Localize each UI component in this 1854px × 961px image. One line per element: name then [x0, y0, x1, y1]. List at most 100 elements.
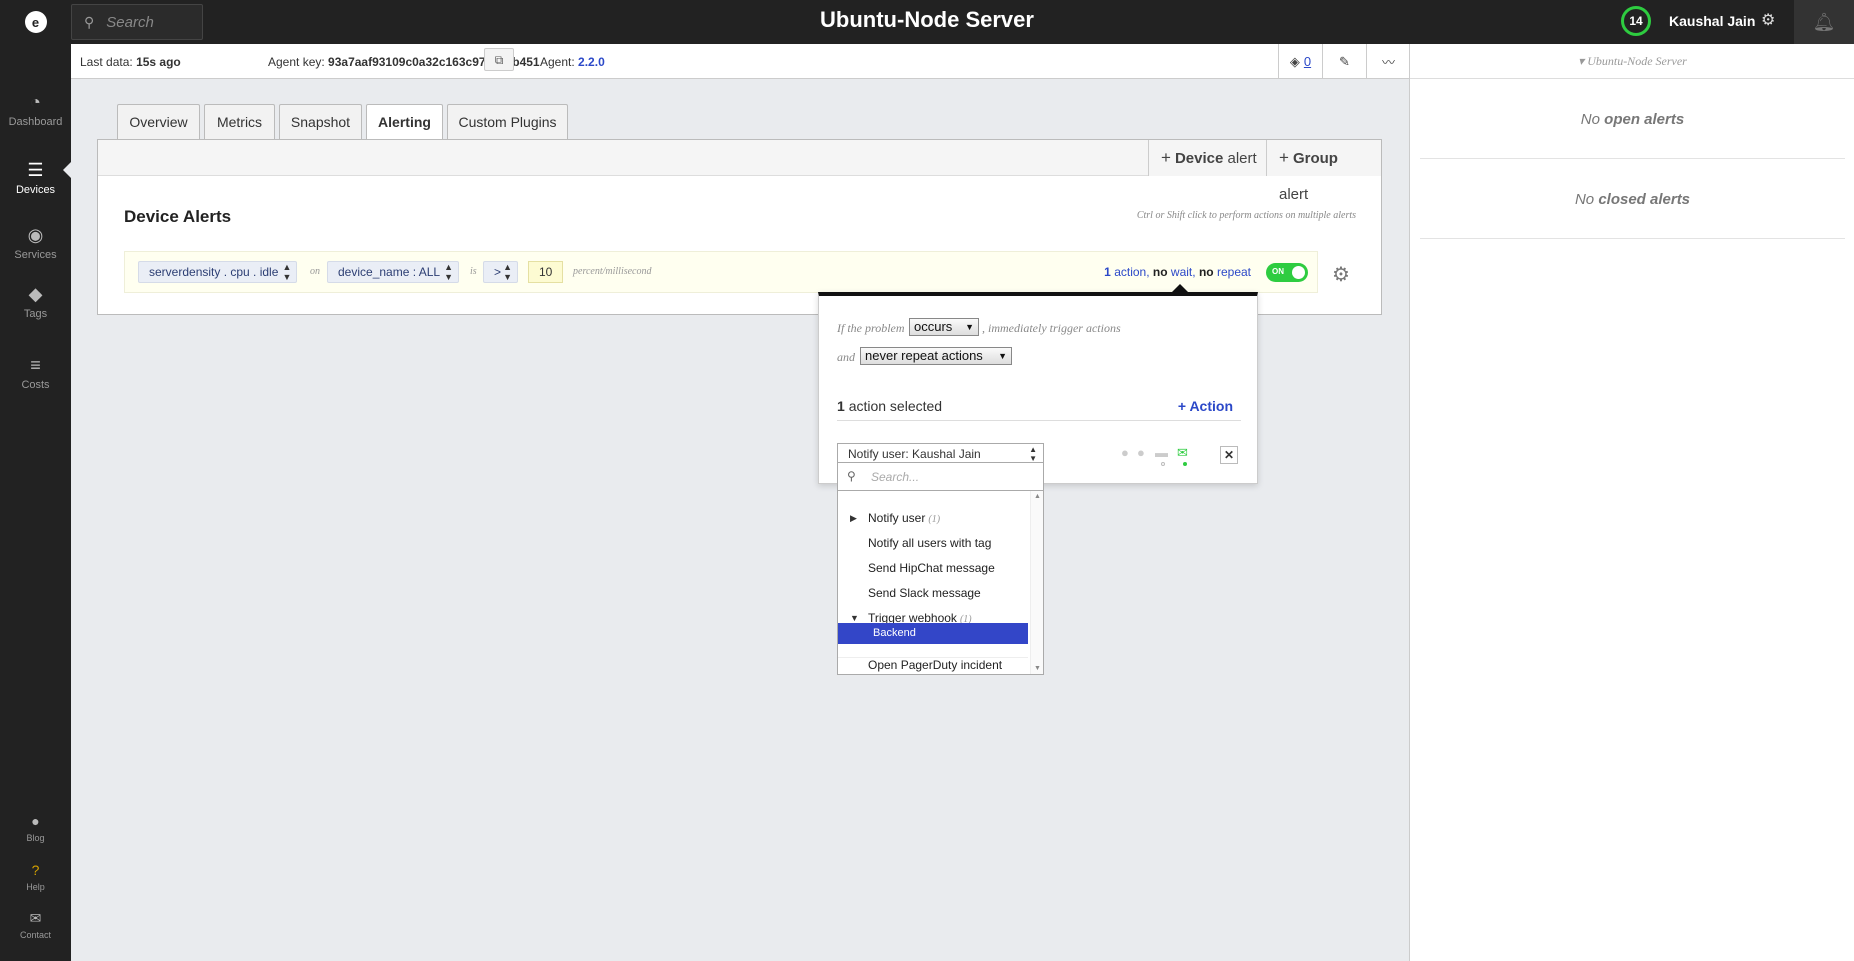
dropdown-search[interactable]: ⚲ Search...: [838, 463, 1043, 491]
alerts-panel: ▾ Ubuntu-Node Server No open alerts No c…: [1409, 44, 1854, 961]
alert-counter-badge[interactable]: 14: [1621, 6, 1651, 36]
search-box[interactable]: ⚲ Search: [71, 4, 203, 40]
tab-snapshot[interactable]: Snapshot: [279, 104, 362, 139]
toggle-knob: [1292, 266, 1305, 279]
updown-icon: ▲ ▼: [1029, 445, 1037, 463]
active-nav-caret: [63, 162, 71, 178]
divider: [1420, 238, 1845, 239]
threshold-input[interactable]: 10: [528, 261, 564, 283]
sidebar-label: Help: [26, 882, 45, 892]
copy-key-button[interactable]: ⧉: [484, 48, 514, 71]
tab-metrics[interactable]: Metrics: [204, 104, 275, 139]
tags-button[interactable]: ◈ 0: [1278, 44, 1322, 79]
closed-prefix: No: [1574, 191, 1595, 208]
sidebar-item-help[interactable]: ? Help: [0, 862, 71, 892]
page-title: Ubuntu-Node Server: [820, 7, 1034, 32]
add-device-alert-button[interactable]: + Device alert: [1148, 140, 1269, 176]
search-placeholder: Search...: [871, 470, 920, 484]
search-icon: ⚲: [84, 13, 95, 30]
sidebar-item-devices[interactable]: ☰ Devices: [0, 160, 71, 196]
remove-action-button[interactable]: ✕: [1220, 446, 1238, 464]
is-label: is: [470, 266, 477, 277]
sms-icon[interactable]: ▬: [1155, 445, 1168, 460]
alert-settings-gear-icon[interactable]: ⚙: [1332, 262, 1350, 287]
help-icon: ?: [31, 862, 40, 878]
section-title: Device Alerts: [124, 207, 232, 226]
scroll-down-icon: ▼: [1034, 665, 1041, 672]
tab-overview[interactable]: Overview: [117, 104, 200, 139]
option-slack[interactable]: Send Slack message: [838, 581, 1028, 606]
alert-toggle[interactable]: ON: [1266, 263, 1308, 282]
sms-status-dot: [1161, 462, 1165, 466]
tab-custom-plugins[interactable]: Custom Plugins: [447, 104, 568, 139]
dropdown-arrow-icon: ▼: [965, 322, 974, 332]
alert-actions-popup: If the problem occurs ▼ , immediately tri…: [818, 292, 1258, 484]
tag-icon: ◆: [28, 284, 43, 304]
open-alerts-message: No open alerts: [1420, 111, 1845, 128]
operator-selector[interactable]: > ▲ ▼: [483, 261, 519, 283]
last-data-value: 15s ago: [136, 55, 181, 69]
sidebar-item-tags[interactable]: ◆ Tags: [0, 284, 71, 320]
divider: [1420, 158, 1845, 159]
sidebar-item-contact[interactable]: ✉ Contact: [0, 910, 71, 940]
plus-icon: +: [1279, 148, 1289, 167]
metric-selector[interactable]: serverdensity . cpu . idle ▲ ▼: [138, 261, 298, 283]
settings-gear-icon[interactable]: ⚙: [1761, 10, 1775, 30]
sidebar-label: Dashboard: [8, 116, 63, 128]
pencil-icon: ✎: [1339, 53, 1350, 69]
option-pagerduty[interactable]: Open PagerDuty incident: [838, 657, 1028, 672]
sidebar-item-costs[interactable]: ≡ Costs: [0, 355, 71, 391]
option-hipchat[interactable]: Send HipChat message: [838, 556, 1028, 581]
costs-icon: ≡: [30, 355, 41, 375]
logo[interactable]: e: [0, 0, 71, 44]
email-status-dot: [1183, 462, 1187, 466]
agent-version: Agent: 2.2.0: [540, 55, 605, 69]
chat-icon: ●: [31, 813, 40, 829]
dropdown-scrollbar[interactable]: ▲ ▼: [1030, 491, 1043, 674]
metrics-button[interactable]: 〰: [1366, 44, 1410, 79]
sidebar-item-blog[interactable]: ● Blog: [0, 813, 71, 843]
agent-version-link[interactable]: 2.2.0: [578, 55, 605, 69]
button-strong: Group: [1292, 150, 1338, 167]
multi-select-hint: Ctrl or Shift click to perform actions o…: [1136, 210, 1356, 221]
operator-value: >: [494, 265, 502, 279]
tab-alerting[interactable]: Alerting: [366, 104, 443, 140]
trigger-text: , immediately trigger actions: [982, 321, 1121, 335]
panel-filter[interactable]: ▾ Ubuntu-Node Server: [1410, 44, 1854, 79]
occurs-value: occurs: [914, 319, 953, 334]
email-icon[interactable]: ✉: [1177, 445, 1188, 461]
dashboard-icon: ◔: [30, 92, 41, 112]
option-label: Open PagerDuty incident: [868, 658, 1003, 672]
android-icon[interactable]: ●: [1137, 445, 1145, 460]
search-placeholder: Search: [106, 13, 154, 31]
option-label: Notify all users with tag: [868, 536, 992, 550]
user-name[interactable]: Kaushal Jain: [1669, 13, 1755, 29]
divider: [837, 420, 1241, 421]
target-selector[interactable]: device_name : ALL ▲ ▼: [327, 261, 460, 283]
notifications-button[interactable]: 🔔︎: [1794, 0, 1854, 44]
closed-alerts-message: No closed alerts: [1420, 191, 1845, 208]
and-text: and: [837, 350, 855, 364]
alert-summary-link[interactable]: 1 action, no wait, no repeat: [1104, 265, 1251, 279]
option-notify-tag[interactable]: Notify all users with tag: [838, 531, 1028, 556]
add-group-alert-button[interactable]: + Group alert: [1266, 140, 1381, 203]
sidebar-item-services[interactable]: ◉ Services: [0, 225, 71, 261]
add-action-button[interactable]: + Action: [1178, 398, 1233, 414]
sidebar-label: Contact: [19, 930, 52, 940]
repeat-select[interactable]: never repeat actions ▼: [860, 347, 1012, 365]
option-label: Send Slack message: [868, 586, 981, 600]
option-notify-user[interactable]: ▶ Notify user (1): [838, 506, 1028, 531]
open-prefix: No: [1580, 111, 1600, 128]
sidebar-item-dashboard[interactable]: ◔ Dashboard: [0, 92, 71, 128]
copy-icon: ⧉: [494, 53, 504, 67]
pulse-icon: 〰: [1381, 55, 1395, 70]
services-icon: ◉: [27, 225, 44, 245]
on-label: on: [310, 266, 320, 277]
apple-icon[interactable]: ●: [1121, 445, 1129, 460]
edit-button[interactable]: ✎: [1322, 44, 1366, 79]
updown-icon: ▲ ▼: [444, 262, 454, 282]
option-backend[interactable]: Backend: [838, 623, 1028, 644]
occurs-select[interactable]: occurs ▼: [909, 318, 979, 336]
alert-row[interactable]: serverdensity . cpu . idle ▲ ▼ on device_n…: [124, 251, 1318, 293]
left-sidebar: ◔ Dashboard ☰ Devices ◉ Services ◆ Tags …: [0, 44, 71, 961]
